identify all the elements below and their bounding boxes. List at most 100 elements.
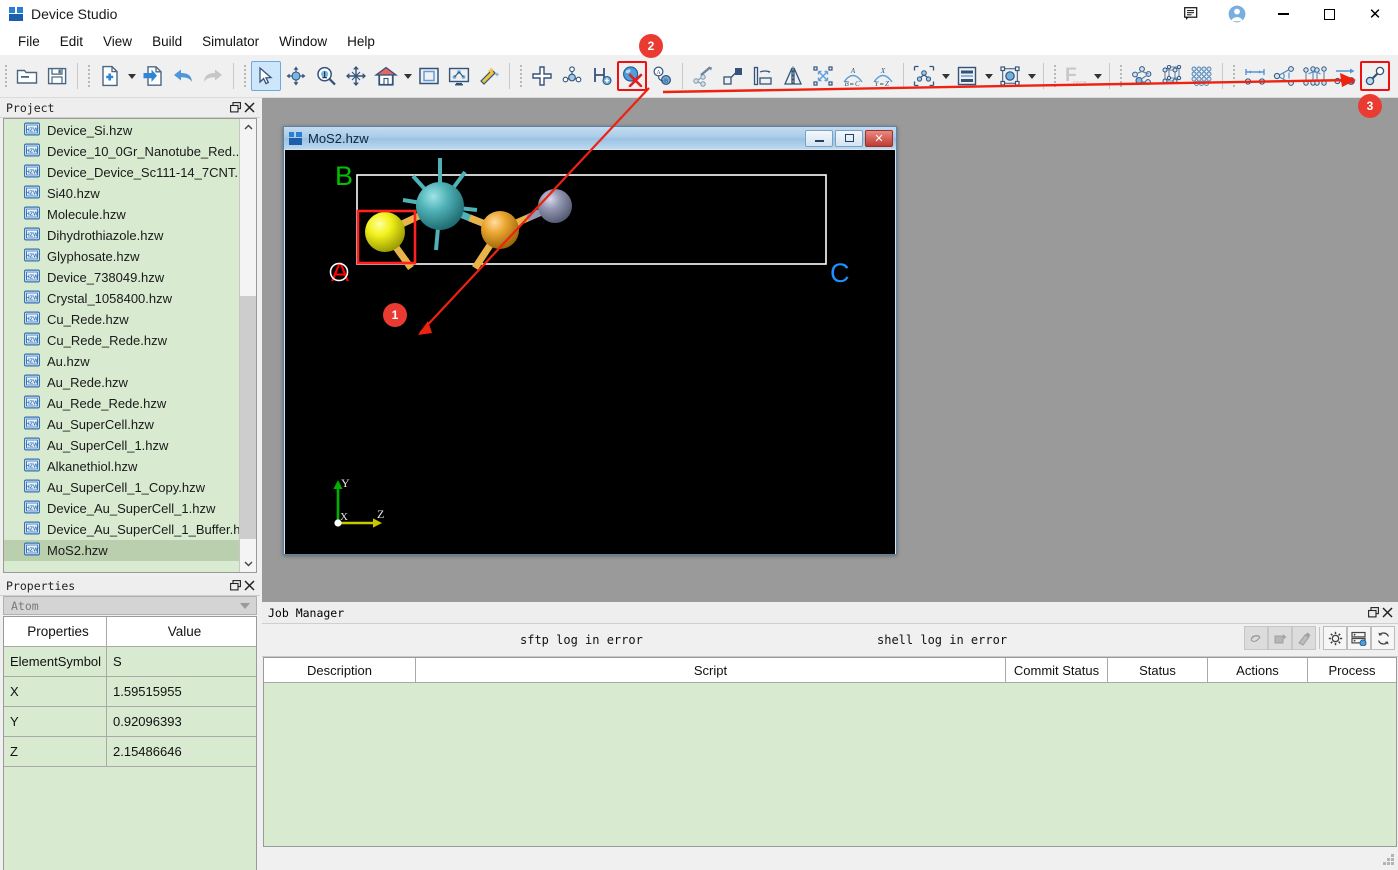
properties-row[interactable]: Y0.92096393 [4,707,256,737]
add-molecule-icon[interactable] [557,61,587,91]
layers-icon[interactable] [952,61,982,91]
measure-distance-icon[interactable] [1240,61,1270,91]
project-tree-item[interactable]: HZWCu_Rede_Rede.hzw [4,330,239,351]
project-tree-item[interactable]: HZWCu_Rede.hzw [4,309,239,330]
toolbar-grip[interactable] [1230,63,1238,89]
undo-arrow-icon[interactable] [168,61,198,91]
minimize-button[interactable] [1260,0,1306,28]
refresh-sync-icon[interactable] [1371,626,1395,650]
project-tree-item[interactable]: HZWDihydrothiazole.hzw [4,225,239,246]
fit-view-icon[interactable] [414,61,444,91]
project-tree-item[interactable]: HZWDevice_Au_SuperCell_1_Buffer.h... [4,519,239,540]
menu-window[interactable]: Window [269,31,337,52]
angle-abc-icon[interactable]: ABC [838,61,868,91]
menu-simulator[interactable]: Simulator [192,31,269,52]
rotate-view-icon[interactable] [281,61,311,91]
measure-angle-icon[interactable] [1270,61,1300,91]
subwindow-minimize-button[interactable] [805,130,833,147]
project-scrollbar-thumb[interactable] [240,296,257,539]
supercell-icon[interactable] [909,61,939,91]
center-atom-dropdown[interactable] [1025,61,1038,91]
job-table-column-header[interactable]: Process [1308,658,1396,682]
project-tree-item[interactable]: HZWCrystal_1058400.hzw [4,288,239,309]
job-table-column-header[interactable]: Commit Status [1006,658,1108,682]
add-atom-icon[interactable] [527,61,557,91]
properties-row[interactable]: X1.59515955 [4,677,256,707]
subwindow-maximize-button[interactable] [835,130,863,147]
close-panel-icon[interactable] [242,578,256,594]
restore-panel-icon[interactable] [228,578,242,594]
menu-file[interactable]: File [8,31,50,52]
scroll-up-icon[interactable] [240,119,257,136]
project-tree-item[interactable]: HZWAu.hzw [4,351,239,372]
project-tree-item[interactable]: HZWMolecule.hzw [4,204,239,225]
display-style-icon[interactable] [444,61,474,91]
job-table-column-header[interactable]: Description [264,658,416,682]
properties-row[interactable]: Z2.15486646 [4,737,256,767]
bulk-icon[interactable] [1187,61,1217,91]
project-tree-item[interactable]: HZWDevice_Au_SuperCell_1.hzw [4,498,239,519]
cluster-icon[interactable] [1127,61,1157,91]
menu-build[interactable]: Build [142,31,192,52]
translate-icon[interactable] [718,61,748,91]
menu-view[interactable]: View [93,31,142,52]
server-config-icon[interactable] [1347,626,1371,650]
properties-row[interactable]: ElementSymbolS [4,647,256,677]
toolbar-grip[interactable] [1117,63,1125,89]
project-tree-item[interactable]: HZWAu_Rede.hzw [4,372,239,393]
subwindow-close-button[interactable]: ✕ [865,130,893,147]
close-panel-icon[interactable] [1380,605,1394,621]
close-panel-icon[interactable] [242,100,256,116]
stop-job-icon[interactable] [1268,626,1292,650]
close-button[interactable]: ✕ [1352,0,1398,28]
scroll-down-icon[interactable] [240,555,257,572]
job-table-column-header[interactable]: Script [416,658,1006,682]
add-hydrogen-icon[interactable] [587,61,617,91]
project-tree-item[interactable]: HZWAu_SuperCell_1.hzw [4,435,239,456]
toolbar-grip[interactable] [85,63,93,89]
project-file-tree[interactable]: HZWDevice_Si.hzwHZWDevice_10_0Gr_Nanotub… [3,118,257,573]
job-table-column-header[interactable]: Status [1108,658,1208,682]
project-tree-item[interactable]: HZWGlyphosate.hzw [4,246,239,267]
toolbar-grip[interactable] [241,63,249,89]
cut-bond-icon[interactable] [688,61,718,91]
maximize-button[interactable] [1306,0,1352,28]
settings-gear-icon[interactable] [1323,626,1347,650]
pan-move-icon[interactable] [341,61,371,91]
project-scrollbar[interactable] [239,119,256,572]
swap-atom-icon[interactable]: AB [647,61,677,91]
resume-job-icon[interactable] [1292,626,1316,650]
properties-object-selector[interactable]: Atom [3,596,257,615]
import-document-icon[interactable] [138,61,168,91]
properties-row-value[interactable]: 1.59515955 [107,677,256,707]
redo-arrow-icon[interactable] [198,61,228,91]
force-dropdown[interactable] [1091,61,1104,91]
project-tree-item[interactable]: HZWDevice_10_0Gr_Nanotube_Red... [4,141,239,162]
molecular-3d-viewport[interactable]: B A C [285,150,895,554]
project-tree-item[interactable]: HZWMoS2.hzw [4,540,239,561]
restore-panel-icon[interactable] [228,100,242,116]
save-floppy-icon[interactable] [42,61,72,91]
project-tree-item[interactable]: HZWAu_SuperCell.hzw [4,414,239,435]
open-folder-icon[interactable] [12,61,42,91]
project-tree-item[interactable]: HZWAu_SuperCell_1_Copy.hzw [4,477,239,498]
properties-row-value[interactable]: 0.92096393 [107,707,256,737]
magic-wand-icon[interactable] [474,61,504,91]
measure-dihedral-icon[interactable] [1300,61,1330,91]
center-atom-icon[interactable] [995,61,1025,91]
force-icon[interactable]: Force [1061,61,1091,91]
properties-row-value[interactable]: 2.15486646 [107,737,256,767]
home-view-icon[interactable] [371,61,401,91]
bond-tool-icon[interactable] [1360,61,1390,91]
subwindow-title-bar[interactable]: MoS2.hzw ✕ [284,127,896,149]
job-table-column-header[interactable]: Actions [1208,658,1308,682]
resize-grip-icon[interactable] [1382,854,1395,867]
lattice-icon[interactable] [1157,61,1187,91]
project-tree-item[interactable]: HZWDevice_Device_Sc111-14_7CNT... [4,162,239,183]
transport-direction-icon[interactable] [1330,61,1360,91]
toolbar-grip[interactable] [2,63,10,89]
home-view-dropdown[interactable] [401,61,414,91]
new-document-icon[interactable] [95,61,125,91]
project-tree-item[interactable]: HZWDevice_Si.hzw [4,120,239,141]
toolbar-grip[interactable] [517,63,525,89]
